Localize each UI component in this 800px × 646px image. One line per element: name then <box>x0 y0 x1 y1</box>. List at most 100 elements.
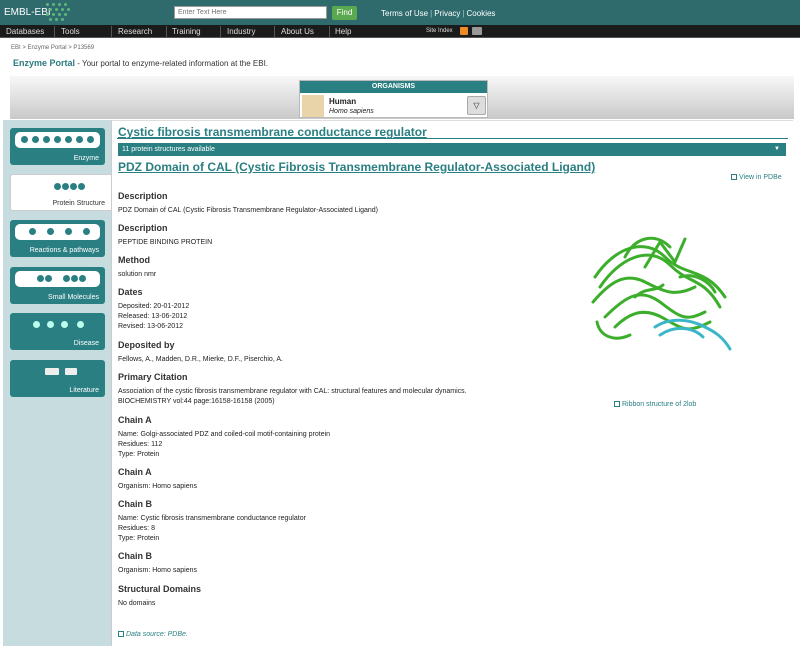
print-icon[interactable] <box>472 27 482 35</box>
cookies-link[interactable]: Cookies <box>467 9 496 18</box>
chain-type: Type: Protein <box>118 451 160 458</box>
nav-divider <box>329 26 330 37</box>
chain-organism: Organism: Homo sapiens <box>118 483 197 490</box>
nav-training[interactable]: Training <box>172 27 201 36</box>
chain-residues: Residues: 112 <box>118 441 163 448</box>
section-heading: Chain A <box>118 467 152 477</box>
nav-research[interactable]: Research <box>118 27 152 36</box>
enzyme-icon <box>15 132 100 148</box>
external-link-icon <box>614 401 620 407</box>
search-input[interactable] <box>174 6 327 19</box>
privacy-link[interactable]: Privacy <box>434 9 460 18</box>
sidebar-item-enzyme[interactable]: Enzyme <box>10 128 105 165</box>
organisms-heading: ORGANISMS <box>300 81 487 93</box>
nav-about-us[interactable]: About Us <box>281 27 314 36</box>
small-molecules-icon <box>15 271 100 287</box>
nav-divider <box>166 26 167 37</box>
section-heading: Description <box>118 191 168 201</box>
chevron-down-icon: ▼ <box>774 146 780 152</box>
sidebar-item-disease[interactable]: Disease <box>10 313 105 350</box>
sidebar-item-literature[interactable]: Literature <box>10 360 105 397</box>
citation-title: Association of the cystic fibrosis trans… <box>118 388 467 395</box>
data-source-label: Data source: PDBe. <box>126 631 188 638</box>
top-links: Terms of Use | Privacy | Cookies <box>381 9 496 18</box>
sidebar-item-label: Protein Structure <box>52 200 105 207</box>
sidebar-item-protein-structure[interactable]: Protein Structure <box>10 174 111 211</box>
structure-title[interactable]: PDZ Domain of CAL (Cystic Fibrosis Trans… <box>118 160 595 174</box>
portal-tagline: - Your portal to enzyme-related informat… <box>75 59 269 68</box>
section-heading: Primary Citation <box>118 372 188 382</box>
reactions-icon <box>15 224 100 240</box>
organism-scientific-name: Homo sapiens <box>329 108 374 115</box>
revised-date: Revised: 13-06-2012 <box>118 323 183 330</box>
section-text: Fellows, A., Madden, D.R., Mierke, D.F.,… <box>118 356 283 363</box>
organism-name: Human <box>329 97 357 106</box>
nav-tools[interactable]: Tools <box>61 27 80 36</box>
nav-industry[interactable]: Industry <box>227 27 255 36</box>
released-date: Released: 13-06-2012 <box>118 313 188 320</box>
site-index-link[interactable]: Site Index <box>426 28 453 34</box>
sidebar-item-label: Disease <box>73 340 99 347</box>
terms-link[interactable]: Terms of Use <box>381 9 428 18</box>
nav-databases[interactable]: Databases <box>6 27 44 36</box>
nav-divider <box>111 26 112 37</box>
sidebar-item-label: Reactions & pathways <box>29 247 99 254</box>
sidebar-item-reactions-pathways[interactable]: Reactions & pathways <box>10 220 105 257</box>
human-figure-icon <box>302 95 324 117</box>
structures-select[interactable]: 11 protein structures available ▼ <box>118 143 786 156</box>
section-text: solution nmr <box>118 271 157 278</box>
chain-residues: Residues: 8 <box>118 525 155 532</box>
ribbon-structure-link[interactable]: Ribbon structure of 2lob <box>614 401 696 408</box>
section-heading: Dates <box>118 287 143 297</box>
section-heading: Deposited by <box>118 340 175 350</box>
structures-select-value: 11 protein structures available <box>122 146 215 153</box>
section-heading: Chain B <box>118 551 153 561</box>
view-in-pdbe-link[interactable]: View in PDBe <box>731 174 782 181</box>
protein-structure-icon <box>16 179 101 195</box>
external-link-icon <box>731 174 737 180</box>
sidebar-item-small-molecules[interactable]: Small Molecules <box>10 267 105 304</box>
protein-structure-image[interactable] <box>585 227 737 355</box>
chain-name: Name: Cystic fibrosis transmembrane cond… <box>118 515 306 522</box>
sidebar-item-label: Enzyme <box>73 155 99 162</box>
external-link-icon <box>118 631 124 637</box>
view-in-pdbe-label: View in PDBe <box>739 174 782 181</box>
nav-divider <box>220 26 221 37</box>
section-heading: Structural Domains <box>118 584 202 594</box>
section-text: PDZ Domain of CAL (Cystic Fibrosis Trans… <box>118 207 379 214</box>
page-title[interactable]: Cystic fibrosis transmembrane conductanc… <box>118 125 427 139</box>
ribbon-structure-label: Ribbon structure of 2lob <box>622 401 697 408</box>
find-button[interactable]: Find <box>332 6 357 20</box>
main-nav: Databases Tools Research Training Indust… <box>0 25 800 38</box>
citation-journal: BIOCHEMISTRY vol:44 page:16158-16158 (20… <box>118 398 275 405</box>
organism-selector[interactable]: ORGANISMS Human Homo sapiens ▽ <box>299 80 488 118</box>
chain-name: Name: Golgi-associated PDZ and coiled-co… <box>118 431 331 438</box>
chain-type: Type: Protein <box>118 535 160 542</box>
nav-divider <box>54 26 55 37</box>
main-content <box>111 120 793 646</box>
section-text: No domains <box>118 600 156 607</box>
portal-header: Enzyme Portal - Your portal to enzyme-re… <box>13 58 268 68</box>
section-text: PEPTIDE BINDING PROTEIN <box>118 239 213 246</box>
nav-divider <box>274 26 275 37</box>
chain-organism: Organism: Homo sapiens <box>118 567 197 574</box>
title-divider <box>117 138 788 139</box>
portal-title[interactable]: Enzyme Portal <box>13 58 75 68</box>
rss-icon[interactable] <box>460 27 468 35</box>
literature-icon <box>15 364 100 380</box>
breadcrumb[interactable]: EBI > Enzyme Portal > P13569 <box>11 45 94 51</box>
section-heading: Method <box>118 255 150 265</box>
disease-icon <box>15 317 100 333</box>
nav-help[interactable]: Help <box>335 27 351 36</box>
top-bar: EMBL-EBI Find Terms of Use|Privacy|Cooki… <box>0 0 800 25</box>
logo-dots-icon <box>46 3 76 22</box>
sidebar-item-label: Literature <box>69 387 99 394</box>
section-heading: Chain B <box>118 499 153 509</box>
sidebar-item-label: Small Molecules <box>48 294 99 301</box>
section-heading: Chain A <box>118 415 152 425</box>
chevron-down-icon[interactable]: ▽ <box>467 96 486 115</box>
deposited-date: Deposited: 20-01-2012 <box>118 303 190 310</box>
embl-ebi-logo[interactable]: EMBL-EBI <box>4 7 51 18</box>
section-heading: Description <box>118 223 168 233</box>
data-source-link[interactable]: Data source: PDBe. <box>118 631 188 638</box>
